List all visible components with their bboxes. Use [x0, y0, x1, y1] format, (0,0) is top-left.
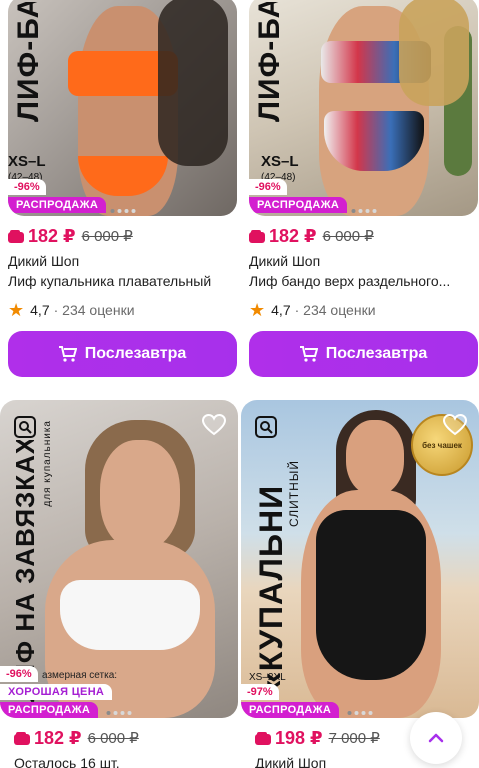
- product-card[interactable]: ЛИФ-БА XS–L (42–48) -96% РАСПРОДАЖА 182 …: [8, 0, 237, 377]
- cart-icon: [299, 346, 318, 362]
- photo-overlay-subtext: СЛИТНЫЙ: [287, 460, 301, 528]
- model-face: [100, 440, 180, 550]
- price-row: 182 ₽ 6 000 ₽: [0, 724, 238, 752]
- photo-overlay-subtext: для купальника: [42, 420, 53, 507]
- swimsuit: [316, 510, 426, 680]
- chevron-up-icon: [428, 733, 444, 743]
- wallet-icon: [8, 229, 24, 243]
- old-price: 6 000 ₽: [87, 730, 139, 747]
- rating-value: 4,7: [271, 302, 291, 318]
- delivery-button-label: Послезавтра: [325, 345, 428, 362]
- product-photo[interactable]: «КУПАЛЬНИ СЛИТНЫЙ без чашек XS–2XL -97% …: [241, 400, 479, 718]
- discount-badge: -96%: [0, 666, 38, 682]
- stock-left: Осталось 16 шт.: [14, 755, 120, 768]
- wallet-icon: [255, 731, 271, 745]
- old-price: 7 000 ₽: [328, 730, 380, 747]
- image-search-icon[interactable]: [14, 416, 36, 438]
- swimsuit-bottom: [324, 111, 424, 171]
- photo-overlay-text: ЛИФ НА ЗАВЯЗКАХ: [10, 440, 40, 702]
- model-hair: [158, 0, 228, 166]
- sale-badge: РАСПРОДАЖА: [0, 702, 99, 718]
- rating-row: ★ 4,7 · 234 оценки: [8, 299, 237, 321]
- rating-value: 4,7: [30, 302, 50, 318]
- photo-overlay-text: «КУПАЛЬНИ: [253, 484, 289, 690]
- product-title[interactable]: Лиф бандо верх раздельного...: [249, 273, 478, 295]
- rating-row: ★ 4,7 · 234 оценки: [249, 299, 478, 321]
- product-title[interactable]: Лиф купальника плавательный: [8, 273, 237, 295]
- delivery-button-label: Послезавтра: [84, 345, 187, 362]
- swimsuit-top: [60, 580, 200, 650]
- star-icon: ★: [249, 300, 266, 320]
- wallet-icon: [249, 229, 265, 243]
- delivery-button[interactable]: Послезавтра: [249, 331, 478, 377]
- discount-badge: -97%: [241, 684, 279, 700]
- old-price: 6 000 ₽: [322, 228, 374, 245]
- reviews-count: · 234 оценки: [294, 302, 376, 318]
- discount-badge: -96%: [249, 179, 287, 195]
- price: 182 ₽: [34, 727, 82, 748]
- product-photo[interactable]: ЛИФ-БА XS–L (42–48) -96% РАСПРОДАЖА: [249, 0, 478, 216]
- heart-icon[interactable]: [442, 413, 468, 436]
- heart-icon[interactable]: [201, 413, 227, 436]
- price-row: 182 ₽ 6 000 ₽: [8, 222, 237, 250]
- model-face: [346, 420, 404, 495]
- discount-badge: -96%: [8, 179, 46, 195]
- price: 182 ₽: [28, 225, 76, 246]
- carousel-dots: [106, 711, 132, 715]
- scroll-to-top-button[interactable]: [410, 712, 462, 764]
- photo-overlay-text: ЛИФ-БА: [253, 2, 286, 122]
- cart-icon: [58, 346, 77, 362]
- product-card[interactable]: ЛИФ-БА XS–L (42–48) -96% РАСПРОДАЖА 182 …: [249, 0, 478, 377]
- reviews-count: · 234 оценки: [53, 302, 135, 318]
- sale-badge: РАСПРОДАЖА: [8, 197, 107, 213]
- carousel-dots: [347, 711, 373, 715]
- product-photo[interactable]: ЛИФ НА ЗАВЯЗКАХ для купальника азмерная …: [0, 400, 238, 718]
- carousel-dots: [110, 209, 135, 213]
- good-price-badge: ХОРОШАЯ ЦЕНА: [0, 684, 113, 700]
- size-main: XS–L: [261, 153, 299, 170]
- sale-badge: РАСПРОДАЖА: [241, 702, 340, 718]
- product-card[interactable]: ЛИФ НА ЗАВЯЗКАХ для купальника азмерная …: [0, 400, 238, 768]
- photo-overlay-text: ЛИФ-БА: [12, 2, 45, 122]
- star-icon: ★: [8, 300, 25, 320]
- carousel-dots: [351, 209, 376, 213]
- model-hair: [399, 0, 469, 106]
- delivery-button[interactable]: Послезавтра: [8, 331, 237, 377]
- size-main: XS–L: [8, 153, 46, 170]
- price: 182 ₽: [269, 225, 317, 246]
- sale-badge: РАСПРОДАЖА: [249, 197, 348, 213]
- old-price: 6 000 ₽: [81, 228, 133, 245]
- wallet-icon: [14, 731, 30, 745]
- product-photo[interactable]: ЛИФ-БА XS–L (42–48) -96% РАСПРОДАЖА: [8, 0, 237, 216]
- size-chart-note: азмерная сетка:: [42, 670, 118, 681]
- image-search-icon[interactable]: [255, 416, 277, 438]
- brand-name[interactable]: Дикий Шоп: [8, 253, 237, 273]
- price-row: 182 ₽ 6 000 ₽: [249, 222, 478, 250]
- price: 198 ₽: [275, 727, 323, 748]
- brand-name[interactable]: Дикий Шоп: [249, 253, 478, 273]
- size-range: XS–2XL: [249, 672, 286, 683]
